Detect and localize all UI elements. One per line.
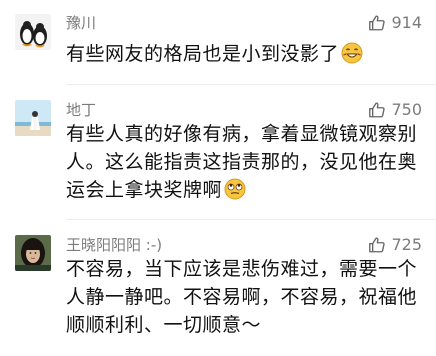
like-button[interactable]: 725 xyxy=(368,236,422,254)
like-button[interactable]: 914 xyxy=(368,14,422,32)
grin-emoji-icon xyxy=(341,42,363,64)
comment-item: 豫川 914 有些网友的格局也是小到没影了 xyxy=(0,0,436,80)
avatar[interactable] xyxy=(15,235,51,271)
thumbs-up-icon xyxy=(369,237,386,253)
comment-text: 不容易，当下应该是悲伤难过，需要一个人静一静吧。不容易啊，不容易，祝福他顺顺利利… xyxy=(66,255,422,339)
username[interactable]: 地丁 xyxy=(66,101,96,119)
comment-item: 地丁 750 有些人真的好像有病，拿着显微镜观察别人。这么能指责这指责那的，没见… xyxy=(0,85,436,215)
username[interactable]: 豫川 xyxy=(66,14,96,32)
like-button[interactable]: 750 xyxy=(368,101,422,119)
comment-text: 有些人真的好像有病，拿着显微镜观察别人。这么能指责这指责那的，没见他在奥运会上拿… xyxy=(66,120,422,204)
rolling-eyes-emoji-icon xyxy=(224,178,246,200)
like-count: 750 xyxy=(391,100,422,119)
comment-text-content: 不容易，当下应该是悲伤难过，需要一个人静一静吧。不容易啊，不容易，祝福他顺顺利利… xyxy=(66,258,418,336)
like-count: 725 xyxy=(391,235,422,254)
thumbs-up-icon xyxy=(369,15,386,31)
avatar[interactable] xyxy=(15,100,51,136)
comment-text: 有些网友的格局也是小到没影了 xyxy=(66,40,422,68)
thumbs-up-icon xyxy=(369,102,386,118)
comment-list: 豫川 914 有些网友的格局也是小到没影了 地丁 750 有些人真的好像有病，拿… xyxy=(0,0,436,356)
comment-text-content: 有些网友的格局也是小到没影了 xyxy=(66,43,340,65)
comment-item: 王晓阳阳阳 :-) 725 不容易，当下应该是悲伤难过，需要一个人静一静吧。不容… xyxy=(0,220,436,356)
avatar[interactable] xyxy=(15,14,51,50)
like-count: 914 xyxy=(391,13,422,32)
username[interactable]: 王晓阳阳阳 :-) xyxy=(66,236,162,254)
